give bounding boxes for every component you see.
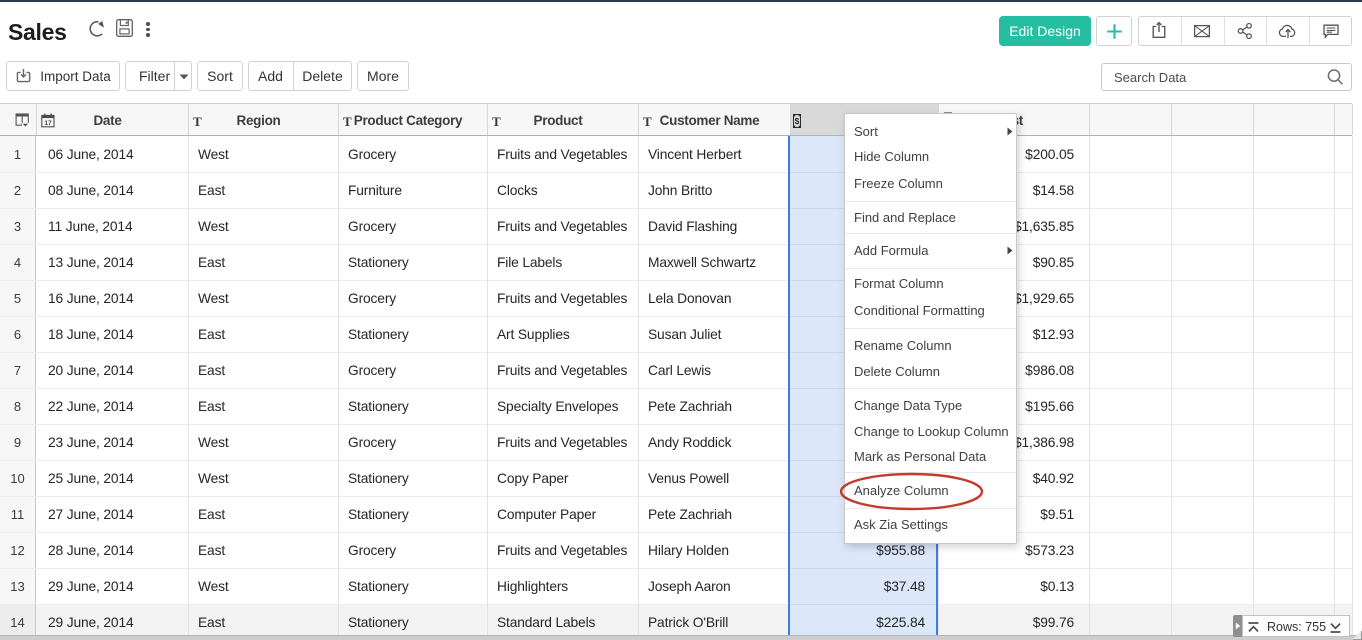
svg-text:$: $ bbox=[794, 116, 799, 126]
